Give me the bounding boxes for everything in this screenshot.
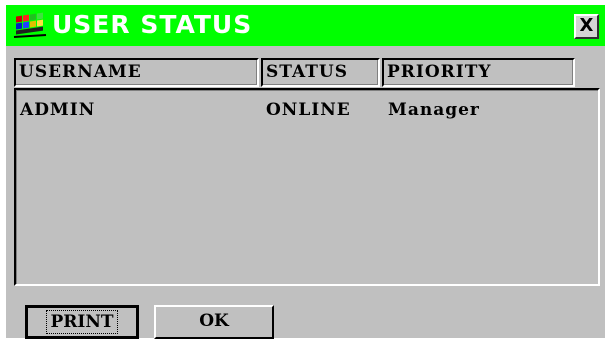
title-bar: USER STATUS X (6, 5, 605, 46)
print-button[interactable]: PRINT (25, 305, 139, 339)
print-button-label: PRINT (46, 310, 118, 334)
column-header-status[interactable]: STATUS (261, 58, 380, 87)
ok-button[interactable]: OK (154, 305, 274, 339)
column-header-username[interactable]: USERNAME (14, 58, 259, 87)
column-header-priority[interactable]: PRIORITY (382, 58, 575, 87)
username-cell: ADMIN (20, 100, 96, 120)
window-title: USER STATUS (52, 10, 253, 39)
close-button[interactable]: X (574, 14, 599, 39)
user-status-window: USER STATUS X USERNAME STATUS PRIORITY A… (6, 5, 605, 339)
status-cell: ONLINE (266, 100, 351, 120)
windows-flag-icon (12, 11, 48, 41)
priority-cell: Manager (388, 100, 480, 120)
user-list[interactable]: ADMIN ONLINE Manager (14, 88, 600, 286)
